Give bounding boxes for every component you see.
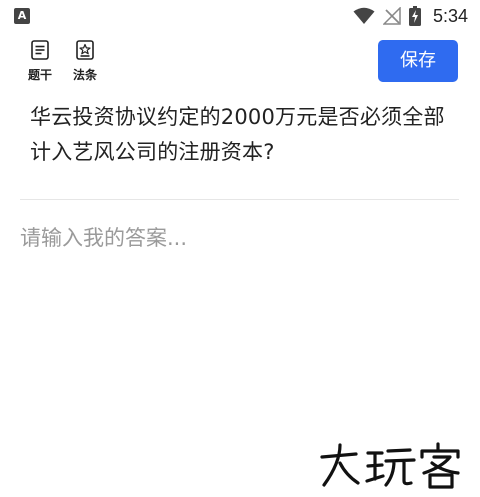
question-stem-label: 题干	[27, 68, 52, 82]
wifi-icon	[353, 7, 375, 24]
clock: 5:34	[432, 5, 468, 26]
no-signal-icon	[382, 7, 401, 25]
watermark-logo	[320, 442, 460, 489]
app-notification-icon: A	[14, 8, 30, 24]
document-icon	[31, 40, 49, 60]
status-icons: 5:34	[353, 4, 468, 28]
law-article-label: 法条	[72, 68, 97, 82]
battery-charging-icon	[408, 6, 421, 26]
law-article-button[interactable]: 法条	[65, 40, 105, 86]
star-document-icon	[76, 40, 94, 60]
question-stem-button[interactable]: 题干	[20, 40, 60, 86]
answer-input[interactable]	[20, 222, 460, 422]
divider	[20, 199, 459, 200]
status-bar: A 5:34	[0, 0, 480, 32]
question-text: 华云投资协议约定的2000万元是否必须全部计入艺风公司的注册资本?	[30, 105, 445, 164]
toolbar: 题干 法条 保存	[0, 36, 480, 90]
save-button[interactable]: 保存	[378, 40, 458, 82]
